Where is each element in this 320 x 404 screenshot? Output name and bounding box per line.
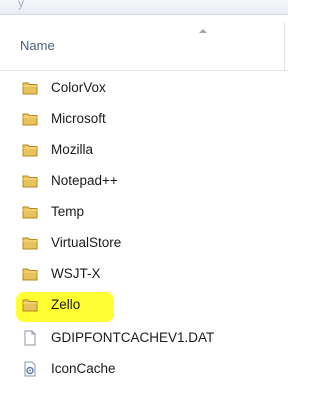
name-column-header[interactable]: Name: [20, 38, 55, 53]
list-item[interactable]: Mozilla: [14, 136, 288, 164]
folder-icon: [22, 297, 38, 313]
folder-icon: [22, 204, 38, 220]
folder-icon: [22, 111, 38, 127]
folder-icon: [22, 80, 38, 96]
file-icon: [22, 330, 38, 346]
cropped-text: y: [18, 0, 24, 10]
address-bar-remnant: y: [0, 0, 288, 15]
list-item[interactable]: WSJT-X: [14, 260, 288, 288]
item-label: VirtualStore: [51, 235, 122, 250]
item-label: Microsoft: [51, 111, 106, 126]
list-item[interactable]: ColorVox: [14, 74, 288, 102]
list-item[interactable]: VirtualStore: [14, 229, 288, 257]
column-header[interactable]: Name: [0, 22, 288, 71]
list-item-highlighted[interactable]: Zello: [14, 291, 288, 322]
item-label: GDIPFONTCACHEV1.DAT: [51, 330, 215, 345]
system-file-icon: [22, 361, 38, 377]
item-label: Notepad++: [51, 173, 118, 188]
item-label: IconCache: [51, 361, 116, 376]
folder-icon: [22, 142, 38, 158]
sort-ascending-icon: [199, 29, 207, 33]
item-label: Zello: [51, 297, 81, 312]
item-label: Temp: [51, 204, 85, 219]
column-divider[interactable]: [284, 22, 285, 70]
list-item[interactable]: Temp: [14, 198, 288, 226]
folder-icon: [22, 173, 38, 189]
list-item[interactable]: GDIPFONTCACHEV1.DAT: [14, 324, 288, 352]
folder-icon: [22, 235, 38, 251]
list-item[interactable]: Microsoft: [14, 105, 288, 133]
list-item[interactable]: IconCache: [14, 355, 288, 383]
list-item[interactable]: Notepad++: [14, 167, 288, 195]
item-label: WSJT-X: [51, 266, 101, 281]
item-label: ColorVox: [51, 80, 106, 95]
folder-icon: [22, 266, 38, 282]
item-label: Mozilla: [51, 142, 94, 157]
